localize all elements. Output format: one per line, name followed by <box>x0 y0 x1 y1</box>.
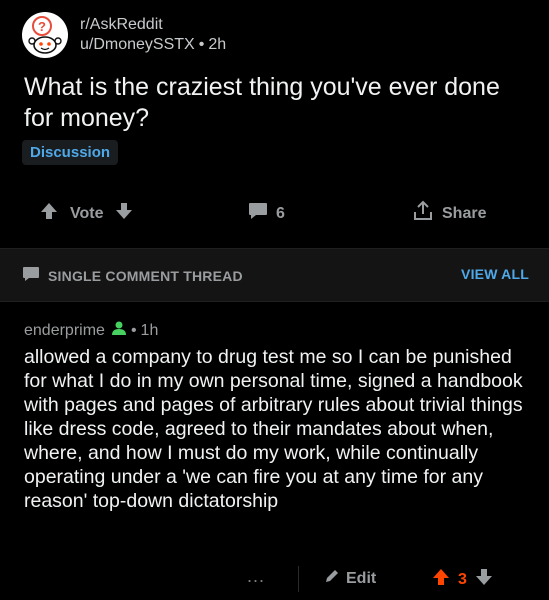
comment-author[interactable]: enderprime <box>24 322 105 340</box>
edit-label: Edit <box>346 569 377 587</box>
share-icon <box>412 200 434 227</box>
post-action-bar: Vote 6 Share <box>0 196 549 230</box>
comment-meta: enderprime • 1h <box>24 320 158 341</box>
thread-label: SINGLE COMMENT THREAD <box>48 267 243 284</box>
comment-separator: • <box>130 321 137 339</box>
comment-score: 3 <box>458 570 467 588</box>
post-header: ? r/AskReddit u/DmoneySSTX • 2h <box>22 12 226 58</box>
action-divider <box>298 566 299 592</box>
post-age: 2h <box>208 36 227 53</box>
more-options-button[interactable]: ... <box>247 566 265 587</box>
snoo-question-icon: ? <box>28 16 62 54</box>
vote-group: Vote <box>40 202 133 225</box>
comment-body: allowed a company to drug test me so I c… <box>24 346 523 512</box>
arrow-down-icon[interactable] <box>115 202 133 225</box>
svg-text:?: ? <box>38 19 46 34</box>
subreddit-name[interactable]: r/AskReddit <box>80 15 226 35</box>
pencil-icon <box>324 568 340 589</box>
arrow-up-icon[interactable] <box>432 568 450 591</box>
comment-count: 6 <box>276 204 285 222</box>
comment-age: 1h <box>140 321 159 339</box>
subreddit-avatar[interactable]: ? <box>22 12 68 58</box>
arrow-up-icon[interactable] <box>40 202 58 225</box>
edit-button[interactable]: Edit <box>324 568 376 589</box>
vote-label: Vote <box>70 204 104 222</box>
comment-vote-group: 3 <box>432 568 493 591</box>
share-label: Share <box>442 204 487 222</box>
single-thread-bar: SINGLE COMMENT THREAD VIEW ALL <box>0 248 549 302</box>
comment-action-bar: ... Edit 3 <box>0 562 549 598</box>
view-all-link[interactable]: VIEW ALL <box>461 266 529 282</box>
comment-bubble-icon <box>248 202 268 225</box>
share-button[interactable]: Share <box>412 200 486 227</box>
post-title[interactable]: What is the craziest thing you've ever d… <box>24 72 534 134</box>
comment-bubble-icon <box>22 266 40 285</box>
post-flair[interactable]: Discussion <box>22 140 119 165</box>
arrow-down-icon[interactable] <box>475 568 493 591</box>
byline-separator: • <box>198 36 205 53</box>
post-author[interactable]: u/DmoneySSTX <box>80 36 195 53</box>
person-icon <box>111 320 127 341</box>
comments-button[interactable]: 6 <box>248 202 285 225</box>
